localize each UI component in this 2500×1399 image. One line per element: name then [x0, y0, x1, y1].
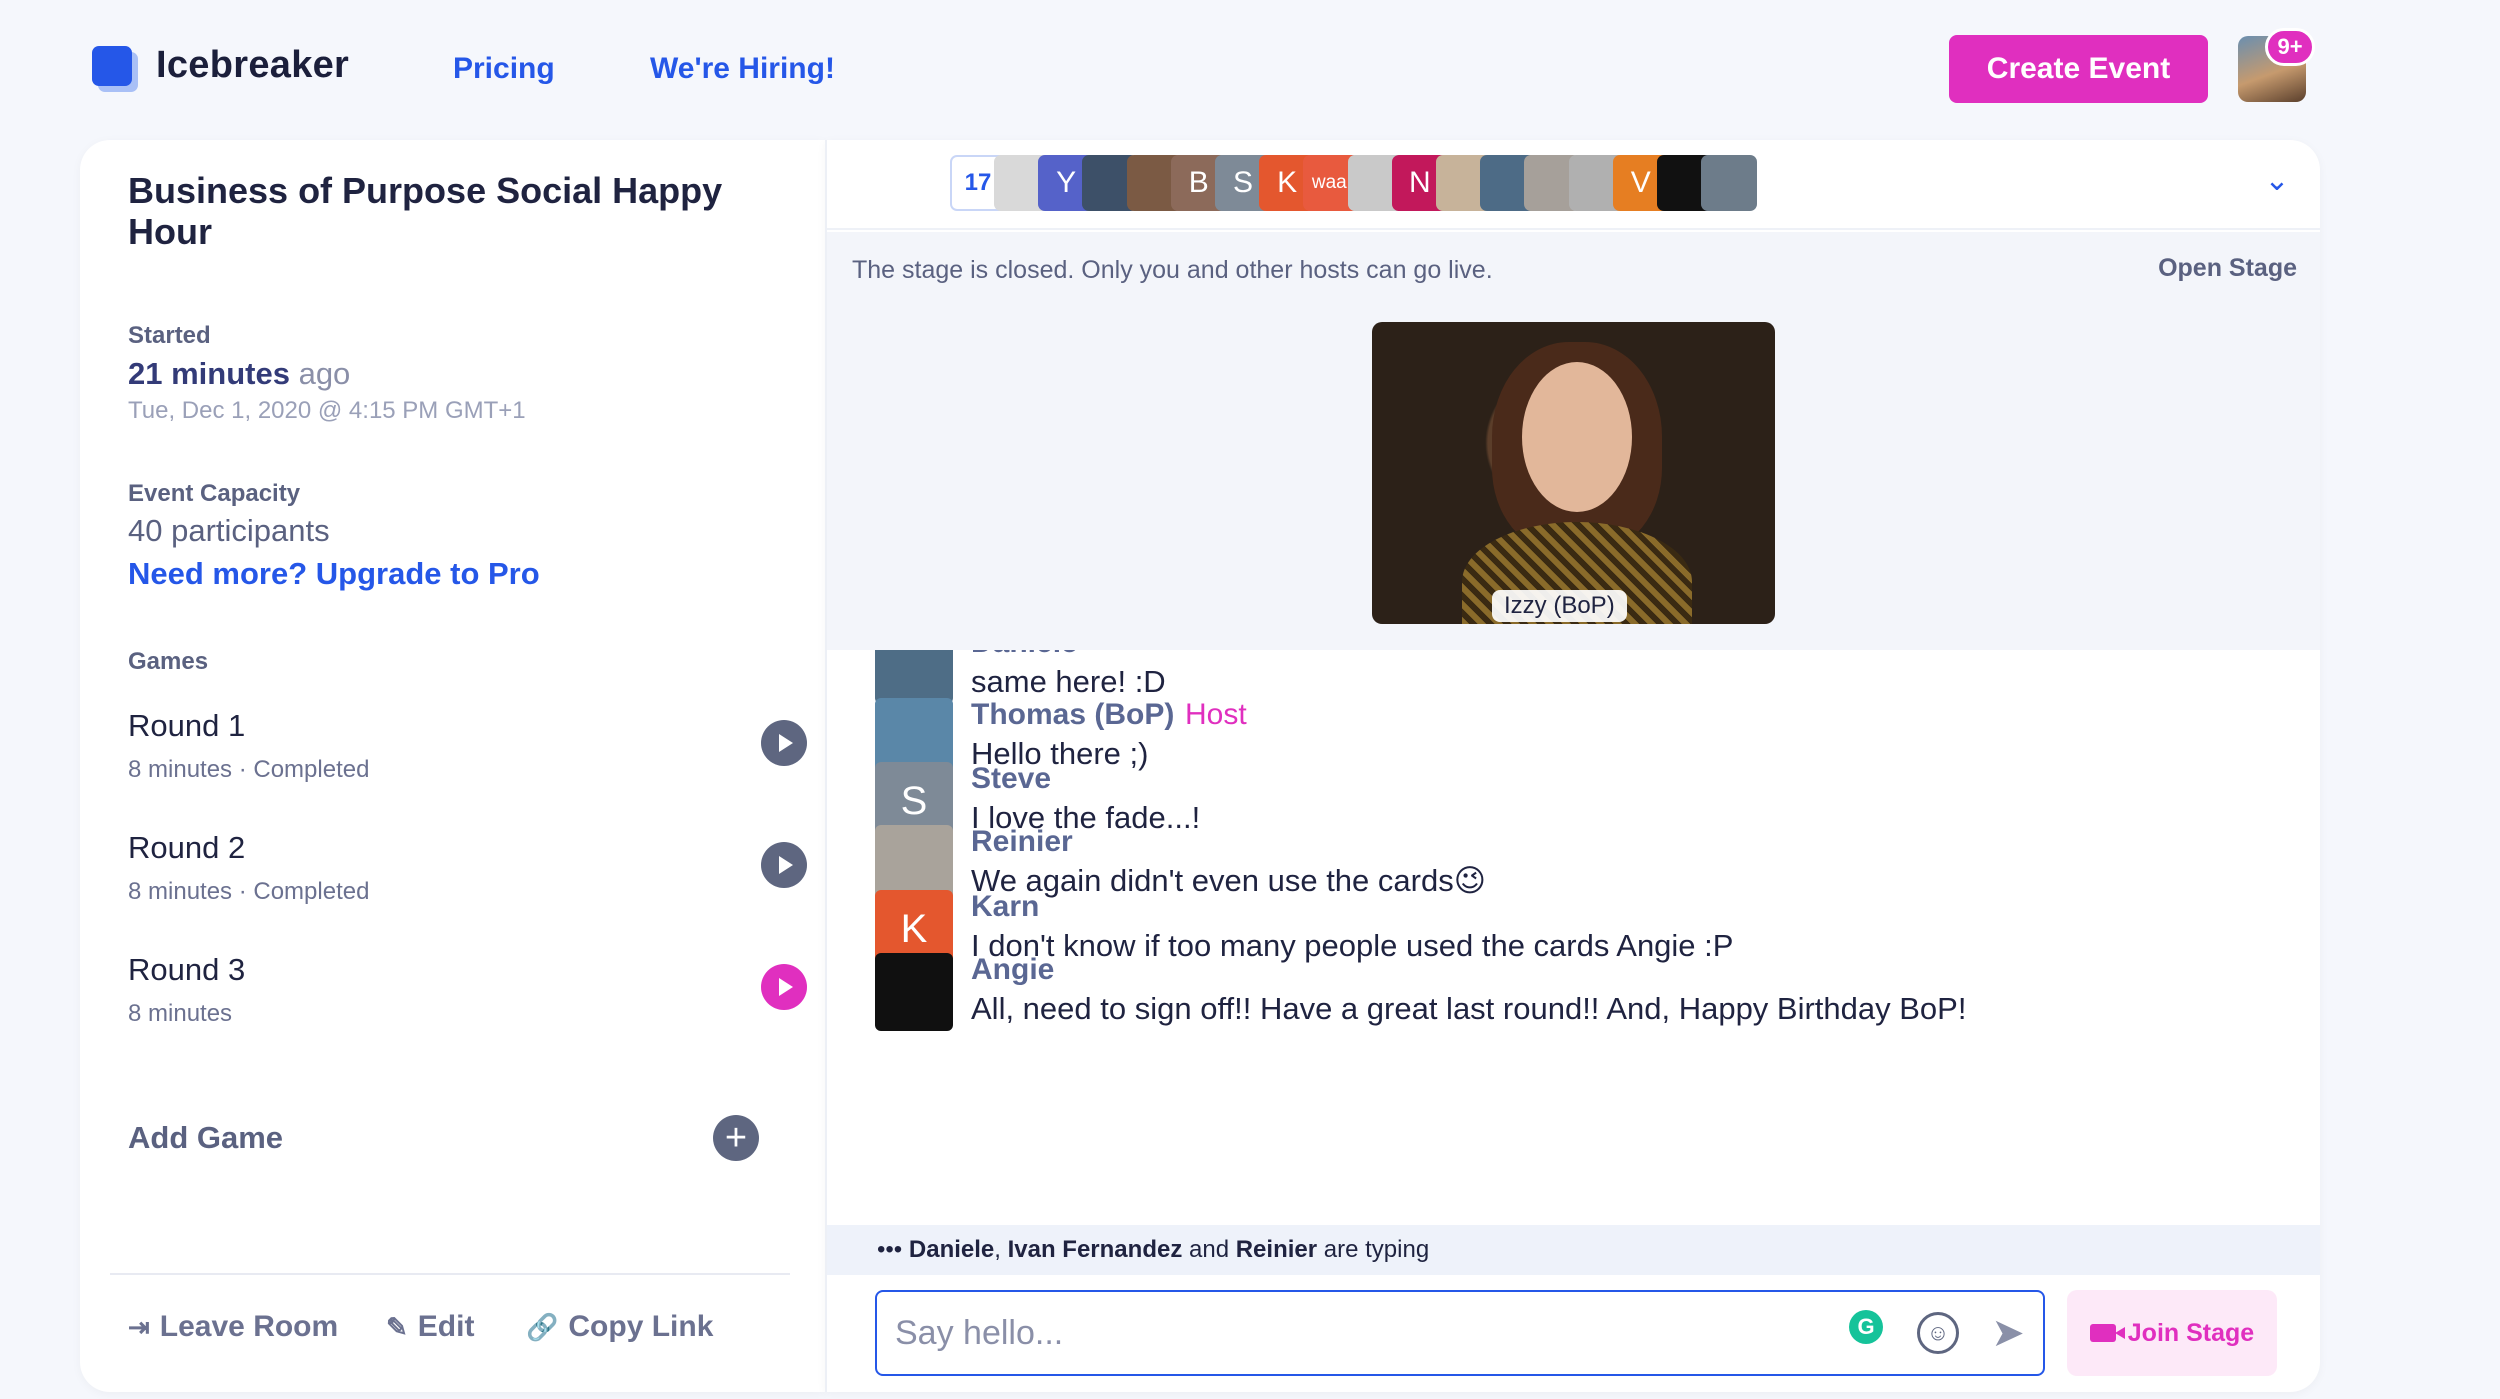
play-round-button[interactable]: [761, 964, 807, 1010]
open-stage-button[interactable]: Open Stage: [2158, 254, 2297, 283]
capacity-label: Event Capacity: [128, 480, 301, 507]
stage-area: The stage is closed. Only you and other …: [827, 232, 2320, 650]
logo-icon: [92, 45, 132, 86]
stage-status: The stage is closed. Only you and other …: [852, 256, 1493, 284]
play-round-button[interactable]: [761, 842, 807, 888]
round-item[interactable]: Round 2 8 minutes · Completed: [128, 830, 807, 910]
typing-user: Daniele: [908, 1236, 995, 1263]
video-face: [1522, 362, 1632, 512]
speaker-video[interactable]: Izzy (BoP): [1372, 322, 1775, 624]
round-meta: 8 minutes: [128, 1000, 233, 1027]
join-stage-label: Join Stage: [2127, 1318, 2255, 1347]
round-item[interactable]: Round 3 8 minutes: [128, 952, 807, 1032]
play-round-button[interactable]: [761, 720, 807, 766]
message-author[interactable]: Daniele: [971, 650, 1078, 660]
create-event-button[interactable]: Create Event: [1949, 35, 2208, 103]
chat-log[interactable]: Danielesame here! :DThomas (BoP)HostHell…: [827, 650, 2320, 1225]
play-icon: [779, 978, 793, 996]
play-icon: [779, 856, 793, 874]
exit-icon: ⇥: [128, 1311, 150, 1342]
avatar[interactable]: [875, 953, 953, 1031]
typing-and: and: [1189, 1236, 1230, 1263]
started-suffix: ago: [298, 356, 351, 391]
started-time: 21 minutes ago: [128, 356, 350, 392]
leave-room-button[interactable]: ⇥ Leave Room: [128, 1310, 338, 1344]
leave-room-label: Leave Room: [159, 1310, 339, 1343]
camera-icon: [2089, 1324, 2125, 1342]
play-icon: [779, 734, 793, 752]
message-author[interactable]: Karn: [971, 890, 1039, 924]
event-sidebar: Business of Purpose Social Happy Hour St…: [80, 140, 825, 1392]
message-text: same here! :D: [971, 664, 1166, 699]
nav-link-pricing[interactable]: Pricing: [453, 52, 555, 86]
plus-icon: +: [724, 1117, 748, 1159]
join-stage-button[interactable]: Join Stage: [2067, 1290, 2277, 1376]
participant-avatar[interactable]: [1701, 155, 1758, 211]
message-author[interactable]: Angie: [971, 953, 1054, 987]
games-label: Games: [128, 648, 209, 675]
message-text: We again didn't even use the cards😉: [971, 863, 1487, 898]
divider: [110, 1273, 790, 1275]
typing-user: Reinier: [1235, 1236, 1318, 1263]
started-date: Tue, Dec 1, 2020 @ 4:15 PM GMT+1: [128, 397, 526, 424]
copy-link-button[interactable]: 🔗 Copy Link: [526, 1310, 713, 1344]
round-name: Round 2: [128, 830, 246, 865]
edit-button[interactable]: ✎ Edit: [386, 1310, 474, 1344]
started-label: Started: [128, 322, 211, 349]
top-nav: Icebreaker Pricing We're Hiring! Create …: [0, 0, 2500, 140]
chevron-down-icon[interactable]: ⌄: [2257, 160, 2297, 200]
round-meta: 8 minutes · Completed: [128, 878, 370, 905]
link-icon: 🔗: [526, 1311, 559, 1342]
round-item[interactable]: Round 1 8 minutes · Completed: [128, 708, 807, 788]
room-panel: 17 Y B S Kwaai N V ⌄ The stage is closed. Onl…: [825, 140, 2320, 1392]
avatar[interactable]: [875, 650, 953, 704]
emoji-icon[interactable]: ☺: [1917, 1312, 1959, 1354]
send-icon[interactable]: ➤: [1985, 1310, 2031, 1356]
round-name: Round 3: [128, 952, 246, 987]
nav-link-hiring[interactable]: We're Hiring!: [650, 52, 835, 86]
add-game-label[interactable]: Add Game: [128, 1120, 283, 1156]
pencil-icon: ✎: [386, 1311, 408, 1342]
message-author[interactable]: Thomas (BoP): [971, 698, 1174, 732]
speaker-name: Izzy (BoP): [1492, 590, 1627, 622]
round-name: Round 1: [128, 708, 246, 743]
message-text: I don't know if too many people used the…: [971, 928, 1734, 963]
brand-name: Icebreaker: [156, 44, 350, 86]
chat-input[interactable]: [895, 1308, 1825, 1358]
typing-suffix: are typing: [1323, 1236, 1430, 1263]
edit-label: Edit: [417, 1310, 475, 1343]
event-title: Business of Purpose Social Happy Hour: [128, 170, 723, 252]
round-meta: 8 minutes · Completed: [128, 756, 370, 783]
typing-dots: •••: [877, 1236, 903, 1263]
copy-link-label: Copy Link: [568, 1310, 714, 1343]
upgrade-link[interactable]: Need more? Upgrade to Pro: [128, 556, 540, 592]
typing-user: Ivan Fernandez: [1007, 1236, 1183, 1263]
chat-input-box: G ☺ ➤: [875, 1290, 2045, 1376]
started-duration: 21 minutes: [128, 356, 290, 391]
typing-indicator: ••• Daniele, Ivan Fernandez and Reinier …: [827, 1225, 2320, 1275]
capacity-value: 40 participants: [128, 513, 330, 548]
grammarly-icon[interactable]: G: [1849, 1310, 1883, 1344]
host-badge: Host: [1185, 698, 1247, 731]
add-game-button[interactable]: +: [713, 1115, 759, 1161]
participant-bar: 17 Y B S Kwaai N V ⌄: [827, 140, 2320, 230]
notification-badge[interactable]: 9+: [2265, 28, 2315, 66]
message-author[interactable]: Reinier: [971, 825, 1073, 859]
message-author[interactable]: Steve: [971, 762, 1051, 796]
message-text: All, need to sign off!! Have a great las…: [971, 991, 1967, 1026]
logo[interactable]: Icebreaker: [92, 44, 349, 87]
